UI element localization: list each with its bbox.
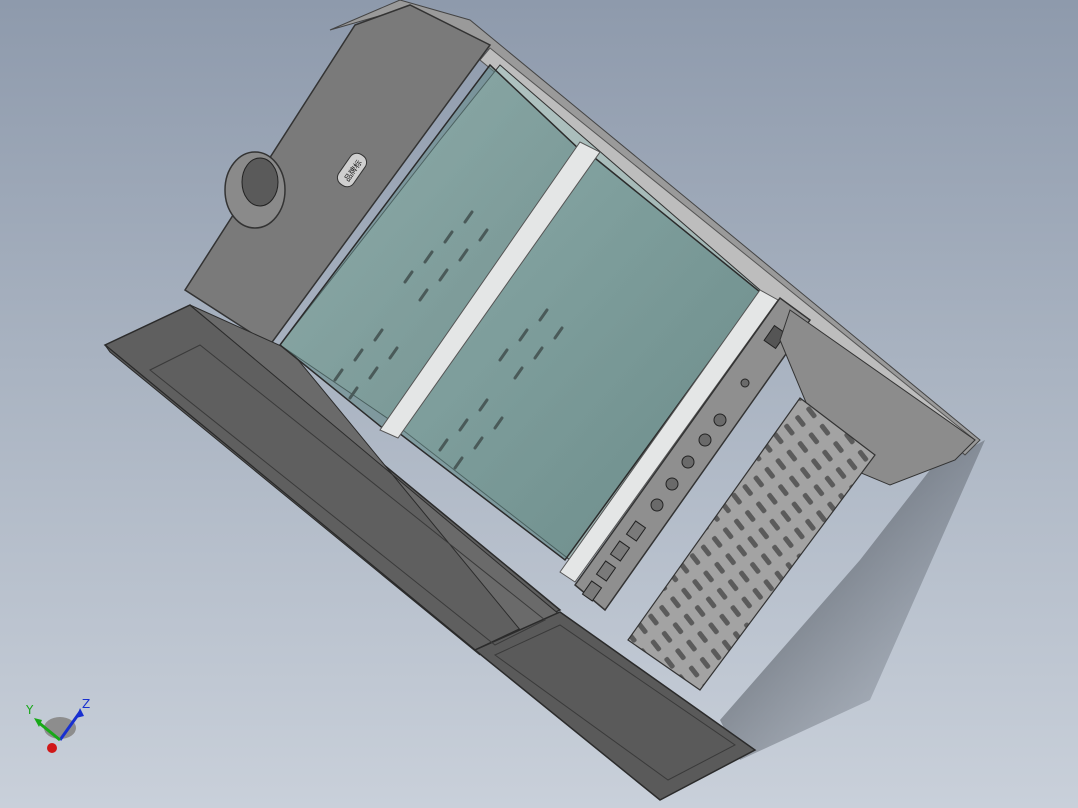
orientation-triad[interactable]: Y Z bbox=[22, 696, 102, 766]
fume-hood-model[interactable]: 品牌标 bbox=[0, 0, 1078, 808]
z-axis-label: Z bbox=[82, 697, 90, 711]
cad-viewport[interactable]: 品牌标 Y Z bbox=[0, 0, 1078, 808]
control-knob[interactable] bbox=[650, 498, 664, 512]
exhaust-duct-opening bbox=[241, 157, 279, 207]
control-knob[interactable] bbox=[665, 477, 679, 491]
control-knob[interactable] bbox=[681, 455, 695, 469]
control-knob[interactable] bbox=[740, 378, 750, 388]
control-knob[interactable] bbox=[698, 433, 712, 447]
y-axis-label: Y bbox=[25, 703, 34, 717]
control-knob[interactable] bbox=[713, 413, 727, 427]
x-axis-dot bbox=[47, 743, 57, 753]
triad-sphere bbox=[44, 717, 76, 739]
